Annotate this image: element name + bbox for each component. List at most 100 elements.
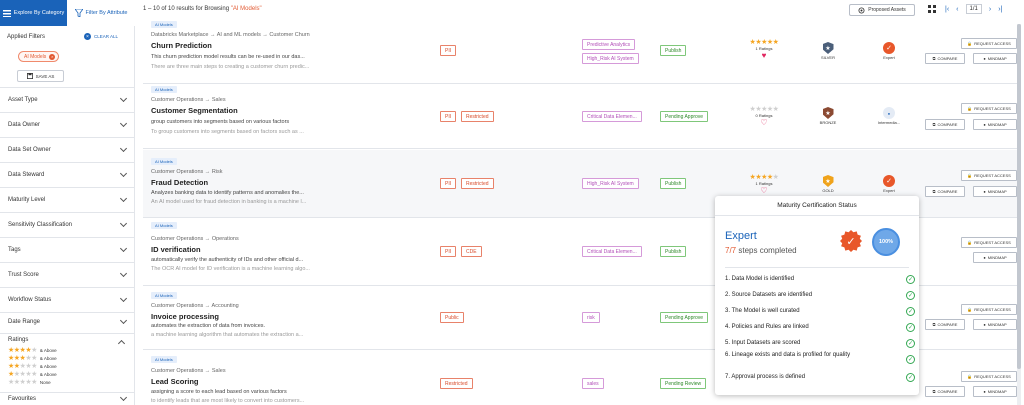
facet-data-set-owner[interactable]: Data Set Owner <box>0 138 135 163</box>
maturity-certification[interactable]: ✓ Expert <box>871 175 907 193</box>
request-access-button[interactable]: 🔒 REQUEST ACCESS <box>961 237 1017 248</box>
request-access-button[interactable]: 🔒 REQUEST ACCESS <box>961 38 1017 49</box>
rating-option-3[interactable]: ★★★★★ & Above <box>8 355 57 362</box>
maturity-certification[interactable]: ● Intermedia... <box>871 107 907 125</box>
request-access-button[interactable]: 🔒 REQUEST ACCESS <box>961 371 1017 382</box>
request-access-label: REQUEST ACCESS <box>974 41 1011 46</box>
stars-icon: ★★★★★ <box>8 371 37 378</box>
next-page-icon[interactable]: › <box>989 6 991 13</box>
request-access-button[interactable]: 🔒 REQUEST ACCESS <box>961 304 1017 315</box>
shield-icon: ★ <box>822 42 834 54</box>
compare-button[interactable]: ⧉ COMPARE <box>925 386 965 397</box>
heart-icon[interactable]: ♥ <box>743 51 785 60</box>
tab-explore-by-category[interactable]: Explore By Category <box>0 0 67 26</box>
checklist-item-label: 2. Source Datasets are identified <box>725 292 813 298</box>
asset-title[interactable]: Customer Segmentation <box>151 106 238 115</box>
scrollbar-thumb[interactable] <box>1017 24 1021 369</box>
catalog-tag: risk <box>582 312 600 323</box>
mindmap-button[interactable]: ● MINDMAP <box>973 53 1017 64</box>
facet-sensitivity-classification[interactable]: Sensitivity Classification <box>0 213 135 238</box>
gear-icon <box>858 7 865 13</box>
lock-icon: 🔒 <box>967 240 973 245</box>
lock-icon: 🔒 <box>967 374 973 379</box>
results-scrollbar[interactable] <box>1017 24 1021 405</box>
save-as-label: SAVE AS <box>35 73 55 79</box>
compare-button[interactable]: ⧉ COMPARE <box>925 119 965 130</box>
asset-type-badge: AI Models <box>151 292 177 299</box>
asset-title[interactable]: Lead Scoring <box>151 377 199 386</box>
certification-label: Expert <box>883 188 895 193</box>
compare-button[interactable]: ⧉ COMPARE <box>925 53 965 64</box>
page-indicator[interactable]: 1/1 <box>965 4 982 14</box>
chevron-down-icon <box>119 144 128 153</box>
mindmap-button[interactable]: ● MINDMAP <box>973 252 1017 263</box>
proposed-assets-button[interactable]: Proposed Assets <box>849 4 915 16</box>
asset-breadcrumb: Customer Operations → Risk <box>151 169 223 175</box>
check-circle-icon: ✓ <box>906 275 915 284</box>
mindmap-button[interactable]: ● MINDMAP <box>973 386 1017 397</box>
asset-description-secondary: An AI model used for fraud detection in … <box>151 199 307 205</box>
mindmap-button[interactable]: ● MINDMAP <box>973 186 1017 197</box>
rating-option-4[interactable]: ★★★★★ & Above <box>8 347 57 354</box>
asset-breadcrumb: Databricks Marketplace → AI and ML model… <box>151 32 310 38</box>
lock-icon: 🔒 <box>967 173 973 178</box>
tab-filter-by-attribute[interactable]: Filter By Attribute <box>67 0 135 26</box>
heart-outline-icon[interactable]: ♡ <box>743 118 785 127</box>
rating-option-1[interactable]: ★★★★★ & Above <box>8 371 57 378</box>
facet-label: Data Set Owner <box>8 147 51 153</box>
compare-button[interactable]: ⧉ COMPARE <box>925 186 965 197</box>
request-access-button[interactable]: 🔒 REQUEST ACCESS <box>961 103 1017 114</box>
medal-label: BRONZE <box>819 120 837 125</box>
rating-option-2[interactable]: ★★★★★ & Above <box>8 363 57 370</box>
maturity-certification[interactable]: ✓ Expert <box>871 42 907 60</box>
last-page-icon[interactable]: ›| <box>998 6 1002 13</box>
asset-type-badge: AI Models <box>151 222 177 229</box>
facet-favourites[interactable]: Favourites <box>0 393 135 405</box>
first-page-icon[interactable]: |‹ <box>945 6 949 13</box>
checklist-item-label: 5. Input Datasets are scored <box>725 340 801 346</box>
mindmap-button[interactable]: ● MINDMAP <box>973 119 1017 130</box>
facet-asset-type[interactable]: Asset Type <box>0 88 135 113</box>
chip-label: AI Models <box>24 53 47 60</box>
chevron-down-icon <box>119 94 128 103</box>
classification-tag: PII <box>440 178 457 189</box>
heart-outline-icon[interactable]: ♡ <box>743 186 785 195</box>
tab-label: Explore By Category <box>13 9 65 16</box>
asset-title[interactable]: Invoice processing <box>151 312 219 321</box>
catalog-tag: Critical Data Elemen... <box>582 246 642 257</box>
prev-page-icon[interactable]: ‹ <box>956 6 958 13</box>
facet-label: Data Owner <box>8 122 41 128</box>
request-access-label: REQUEST ACCESS <box>974 106 1011 111</box>
tab-label: Filter By Attribute <box>85 9 128 16</box>
facet-maturity-level[interactable]: Maturity Level <box>0 188 135 213</box>
compare-button[interactable]: ⧉ COMPARE <box>925 319 965 330</box>
rating-option-label: & Above <box>39 348 57 353</box>
status-badge: Publish <box>660 178 687 189</box>
save-as-button[interactable]: SAVE AS <box>17 70 64 82</box>
filter-sidebar: Explore By Category Filter By Attribute … <box>0 0 135 405</box>
asset-title[interactable]: Fraud Detection <box>151 178 208 187</box>
request-access-button[interactable]: 🔒 REQUEST ACCESS <box>961 170 1017 181</box>
remove-chip-icon[interactable]: × <box>49 53 56 60</box>
facet-label: Maturity Level <box>8 197 46 203</box>
rating-option-none[interactable]: ★★★★★ None <box>8 379 51 386</box>
filter-chip-ai-models[interactable]: AI Models × <box>18 51 60 62</box>
grid-view-icon[interactable] <box>928 5 936 13</box>
facet-date-range[interactable]: Date Range <box>0 310 135 334</box>
clear-all-button[interactable]: × CLEAR ALL <box>84 33 118 40</box>
asset-title[interactable]: Churn Prediction <box>151 41 212 50</box>
chevron-up-icon[interactable] <box>117 339 126 348</box>
facet-data-owner[interactable]: Data Owner <box>0 113 135 138</box>
asset-card[interactable]: AI Models Customer Operations → Sales Cu… <box>143 85 1021 149</box>
compare-label: COMPARE <box>937 56 958 61</box>
chevron-down-icon <box>119 244 128 253</box>
status-badge: Pending Approve <box>660 111 709 122</box>
asset-card[interactable]: AI Models Databricks Marketplace → AI an… <box>143 20 1021 84</box>
request-access-label: REQUEST ACCESS <box>974 173 1011 178</box>
asset-title[interactable]: ID verification <box>151 245 201 254</box>
facet-data-steward[interactable]: Data Steward <box>0 163 135 188</box>
facet-tags[interactable]: Tags <box>0 238 135 263</box>
certification-badge-icon: ● <box>883 107 895 119</box>
mindmap-button[interactable]: ● MINDMAP <box>973 319 1017 330</box>
facet-trust-score[interactable]: Trust Score <box>0 263 135 288</box>
